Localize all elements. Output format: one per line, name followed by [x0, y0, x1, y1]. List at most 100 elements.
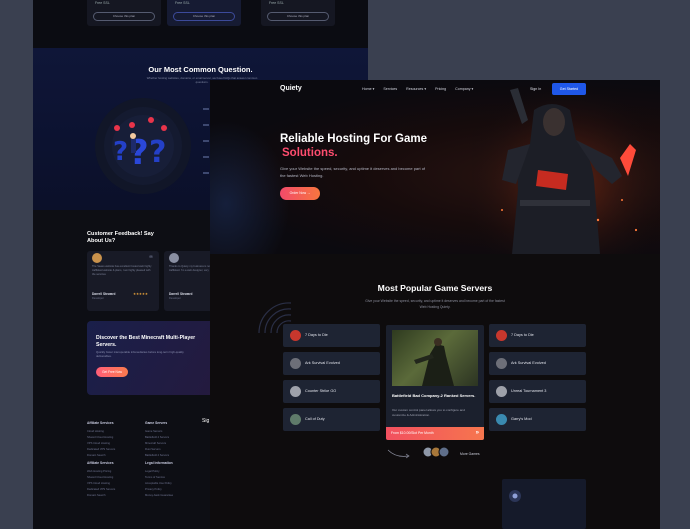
- avatar: [92, 253, 102, 263]
- testimonial-role: Developer: [169, 297, 181, 300]
- plan-card: Free SSL Choose this plan: [87, 0, 161, 26]
- faq-item-marker: [203, 156, 209, 158]
- get-free-button[interactable]: Get Free Now: [96, 367, 128, 377]
- hero-title-accent: Solutions.: [282, 147, 338, 159]
- faq-item-marker: [203, 172, 209, 174]
- game-icon: [496, 330, 507, 341]
- choose-plan-button[interactable]: Choose this plan: [93, 12, 155, 21]
- game-tile[interactable]: Call of Duty: [283, 408, 380, 431]
- footer-heading: Legal Information: [145, 461, 173, 465]
- nav-item-services[interactable]: Services: [383, 87, 397, 91]
- faq-item-marker: [203, 108, 209, 110]
- game-tile[interactable]: Counter Strike GO: [283, 380, 380, 403]
- server-icon: [509, 490, 521, 502]
- faq-item-marker: [203, 140, 209, 142]
- game-icon: [496, 358, 507, 369]
- sign-in-link[interactable]: Sign In: [530, 87, 541, 91]
- faq-item-marker: [203, 124, 209, 126]
- site-logo[interactable]: Quiety: [280, 85, 302, 92]
- game-label: Counter Strike GO: [305, 389, 337, 393]
- minecraft-text: Quickly foster interoperable infomediari…: [96, 350, 184, 358]
- get-started-button[interactable]: Get Started: [552, 83, 586, 95]
- testimonial-text: The Saaso website has excellent hosted w…: [92, 265, 152, 276]
- choose-plan-button[interactable]: Choose this plan: [267, 12, 329, 21]
- main-page: Quiety Home ▾ Services Resources ▾ Prici…: [210, 80, 660, 529]
- footer-column: Affiliate Services Web Hosting Pricing S…: [87, 461, 147, 499]
- nav-item-pricing[interactable]: Pricing: [435, 87, 446, 91]
- more-games-link[interactable]: More Games: [460, 452, 480, 456]
- footer-column: Legal Information Legal Policy Terms of …: [145, 461, 205, 499]
- footer-column: Affiliate Services Cloud Hosting Shared …: [87, 421, 147, 459]
- hero-section: Quiety Home ▾ Services Resources ▾ Prici…: [210, 80, 660, 254]
- featured-price-bar[interactable]: From $10.00/Slot Per Month »: [386, 427, 484, 440]
- game-icon: [496, 414, 507, 425]
- plan-card: Free SSL Choose this plan: [261, 0, 335, 26]
- nav-item-resources[interactable]: Resources ▾: [406, 87, 426, 91]
- game-tile[interactable]: Garry's Mod: [489, 408, 586, 431]
- footer-link[interactable]: Domain Search: [87, 493, 147, 499]
- hero-subtitle: Give your Website the speed, security, a…: [280, 166, 426, 178]
- game-tile[interactable]: Unreal Tournament 3: [489, 380, 586, 403]
- svg-text:?: ?: [113, 137, 128, 167]
- nav-links: Home ▾ Services Resources ▾ Pricing Comp…: [362, 87, 473, 91]
- bottom-promo-card: [502, 479, 586, 529]
- footer-link[interactable]: Money-back Guarantee: [145, 493, 205, 499]
- svg-text:?: ?: [149, 135, 166, 170]
- chevron-right-icon: »: [475, 430, 479, 436]
- game-icon: [496, 386, 507, 397]
- footer-link[interactable]: Battlefield 4 Servers: [145, 453, 205, 459]
- footer-heading: Affiliate Services: [87, 421, 114, 425]
- game-label: Ark Survival Evolved: [511, 361, 546, 365]
- popular-servers-title: Most Popular Game Servers: [377, 283, 493, 293]
- more-games-avatars: [387, 446, 450, 459]
- avatar: [169, 253, 179, 263]
- testimonial-card: ❝ The Saaso website has excellent hosted…: [87, 251, 159, 311]
- plan-feature: Free SSL: [95, 1, 110, 5]
- plan-card: Free SSL Choose this plan: [167, 0, 241, 26]
- pricing-strip: Free SSL Choose this plan Free SSL Choos…: [33, 0, 368, 48]
- footer-signup-label: Sig: [202, 418, 210, 424]
- nav-item-home[interactable]: Home ▾: [362, 87, 374, 91]
- game-icon: [290, 414, 301, 425]
- minecraft-title: Discover the Best Minecraft Multi-Player…: [96, 335, 196, 348]
- footer-column: Game Servers Game Servers Battlefield 4 …: [145, 421, 205, 459]
- testimonial-name: Darrell Steward: [92, 292, 116, 296]
- top-nav: Quiety Home ▾ Services Resources ▾ Prici…: [210, 80, 660, 100]
- faq-title: Our Most Common Question.: [148, 65, 253, 74]
- game-tile[interactable]: Ark Survival Evolved: [489, 352, 586, 375]
- quote-icon: ❝: [148, 254, 153, 263]
- minecraft-promo: Discover the Best Minecraft Multi-Player…: [87, 321, 217, 395]
- featured-game-image: [392, 330, 478, 386]
- game-tile[interactable]: 7 Days to Die: [489, 324, 586, 347]
- plan-feature: Free SSL: [269, 1, 284, 5]
- game-icon: [290, 386, 301, 397]
- featured-title: Battlefield Bad Company-2 Ranked Servers…: [392, 393, 476, 398]
- testimonial-name: Darrell Steward: [169, 292, 193, 296]
- game-tile[interactable]: Ark Survival Evolved: [283, 352, 380, 375]
- game-label: Ark Survival Evolved: [305, 361, 340, 365]
- testimonial-role: Developer: [92, 297, 104, 300]
- featured-price: From $10.00/Slot Per Month: [391, 431, 434, 435]
- order-now-button[interactable]: Order Now →: [280, 187, 320, 200]
- choose-plan-button[interactable]: Choose this plan: [173, 12, 235, 21]
- game-label: Garry's Mod: [511, 417, 532, 421]
- footer-heading: Affiliate Services: [87, 461, 114, 465]
- game-icon: [290, 330, 301, 341]
- feedback-title: Customer Feedback! Say About Us?: [87, 231, 154, 244]
- rating-stars: ★★★★★: [133, 292, 148, 296]
- plan-feature: Free SSL: [175, 1, 190, 5]
- game-icon: [290, 358, 301, 369]
- game-label: 7 Days to Die: [305, 333, 328, 337]
- footer-heading: Game Servers: [145, 421, 168, 425]
- popular-servers-subtitle: Give your Website the speed, security, a…: [365, 299, 505, 309]
- featured-server-card[interactable]: Battlefield Bad Company-2 Ranked Servers…: [386, 325, 484, 440]
- game-label: Unreal Tournament 3: [511, 389, 547, 393]
- nav-item-company[interactable]: Company ▾: [455, 87, 473, 91]
- hero-soldier-image: [472, 80, 660, 254]
- question-marks-illustration: ? ? ?: [113, 117, 167, 173]
- hero-title: Reliable Hosting For Game: [280, 133, 427, 145]
- game-tile[interactable]: 7 Days to Die: [283, 324, 380, 347]
- game-label: 7 Days to Die: [511, 333, 534, 337]
- footer-link[interactable]: Domain Search: [87, 453, 147, 459]
- featured-description: Our custom control panel allows you to c…: [392, 408, 465, 417]
